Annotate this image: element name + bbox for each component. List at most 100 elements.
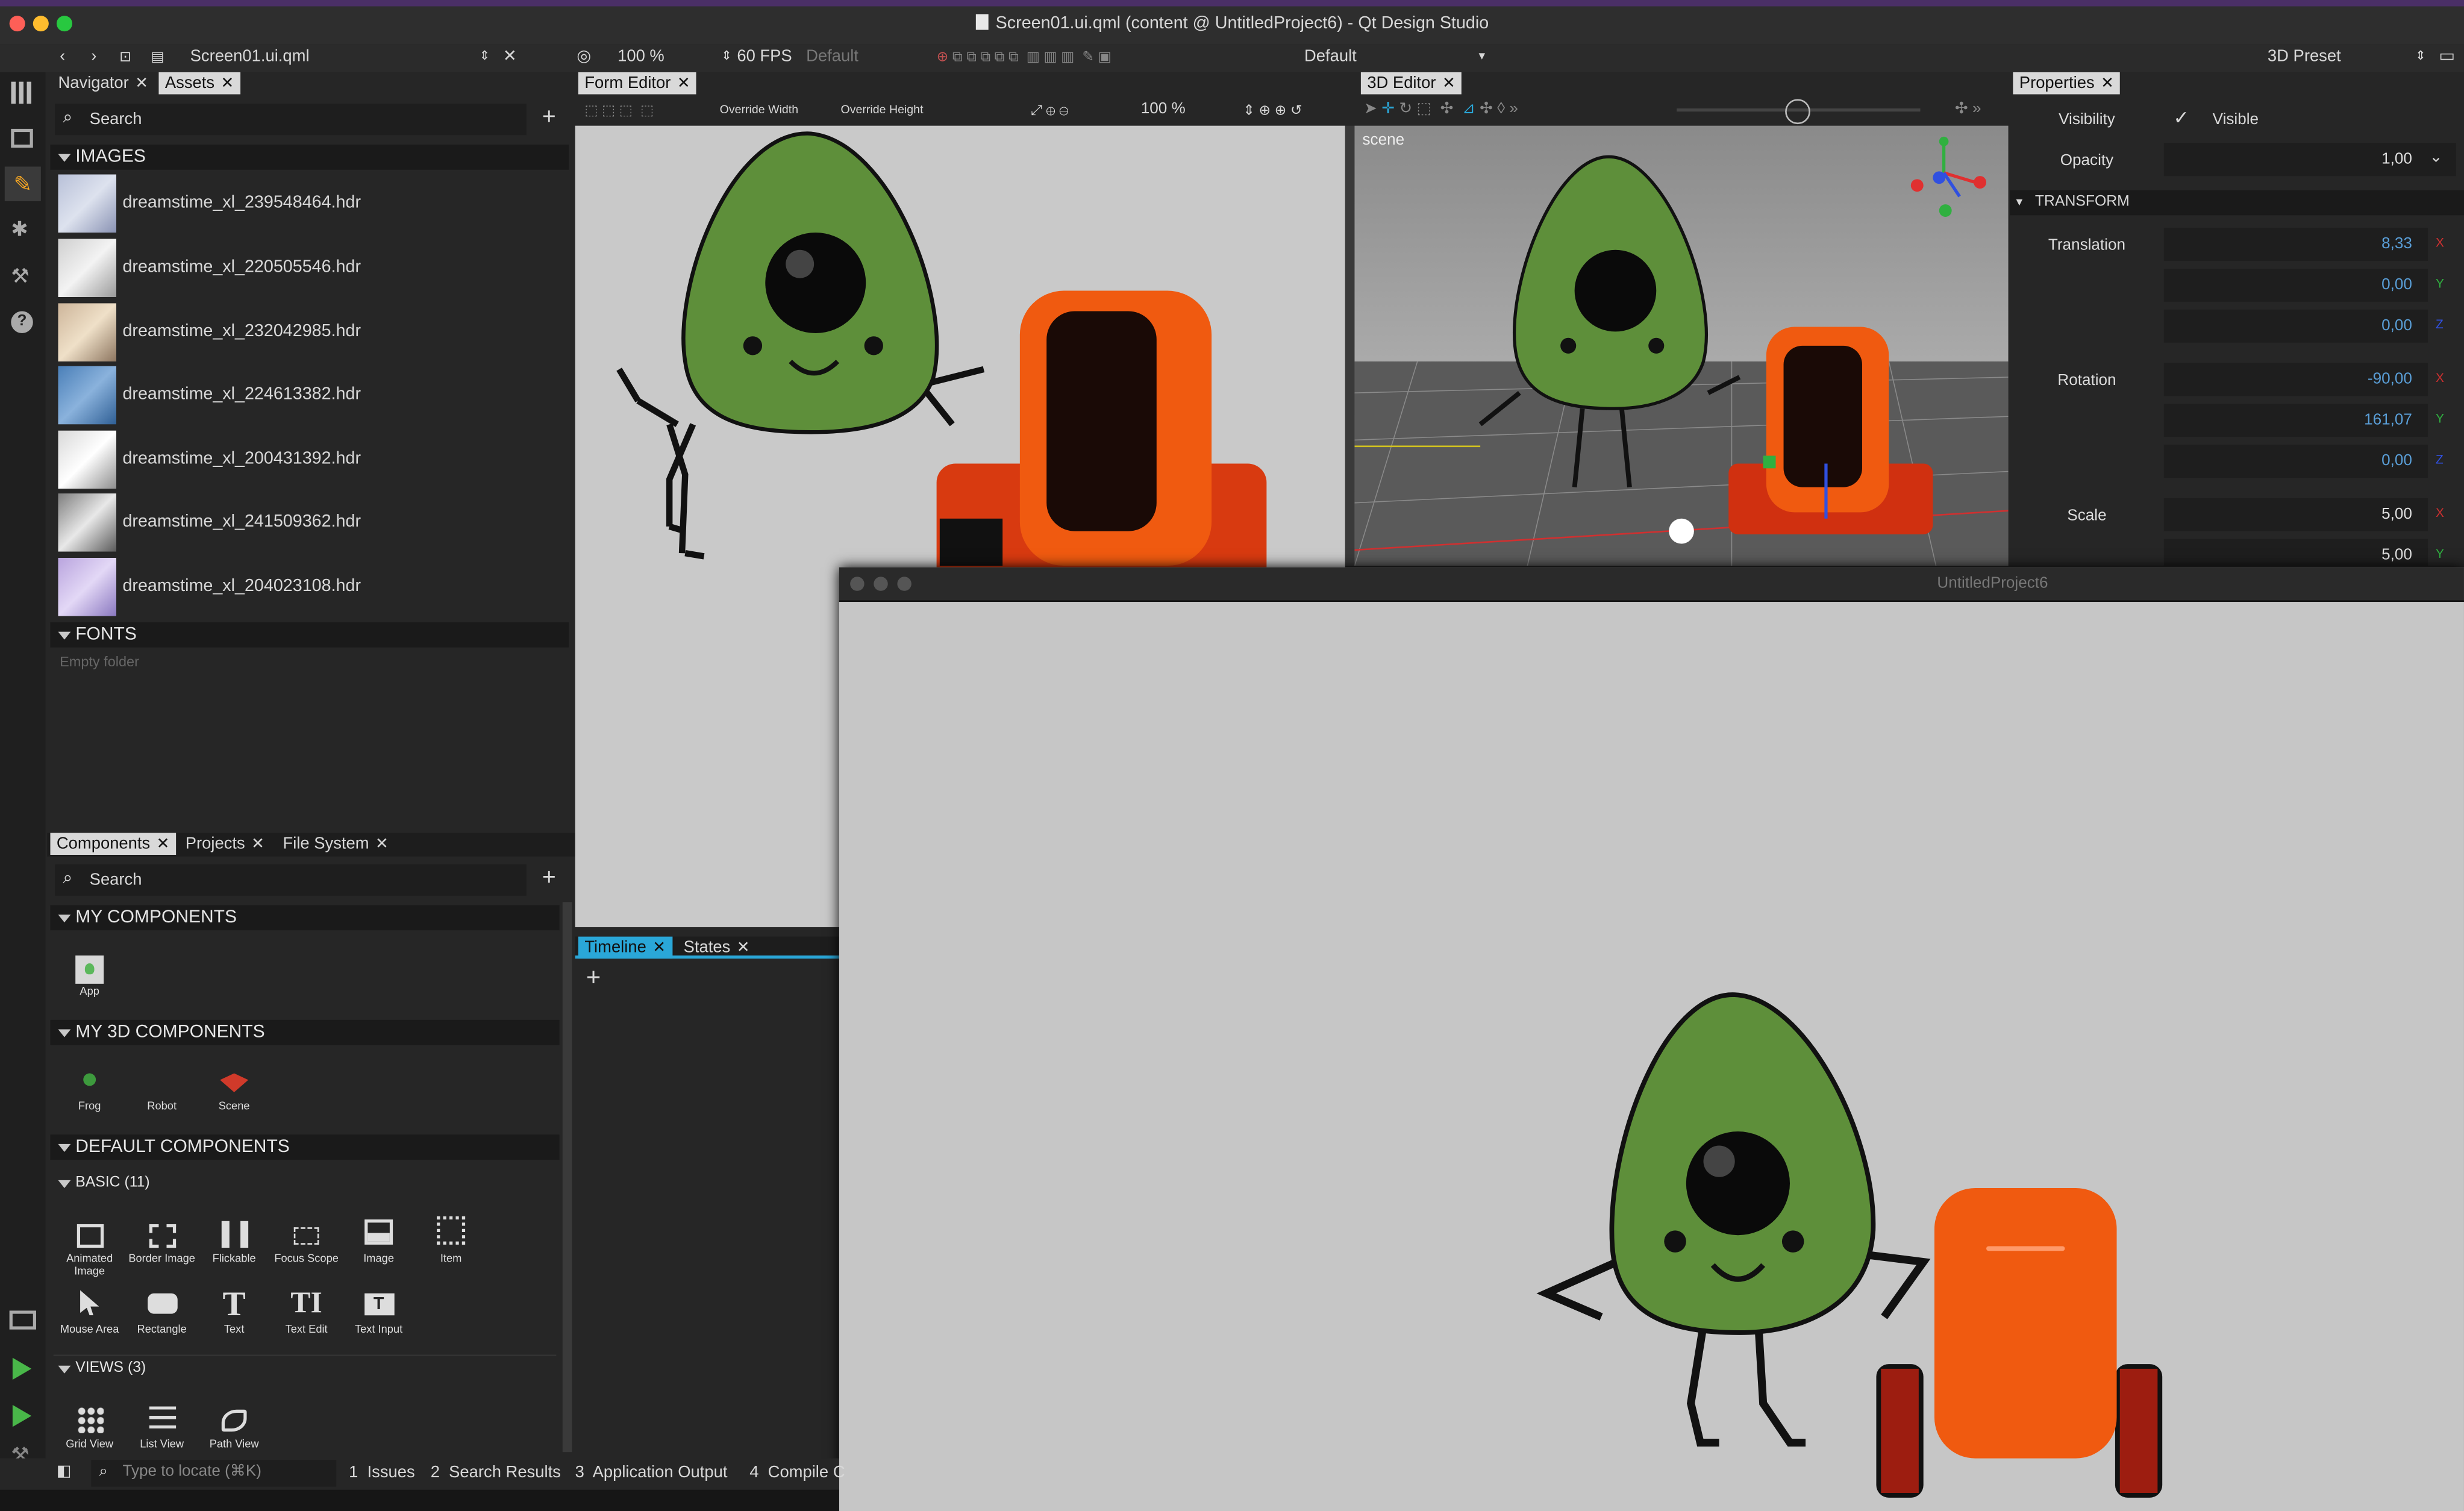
3d-tool-icons[interactable]: ➤ ✛ ↻ ⬚ ✣ ⊿ ✣ ◊ » — [1364, 96, 1518, 124]
my-3d-components-header[interactable]: MY 3D COMPONENTS — [50, 1019, 560, 1045]
close-icon[interactable]: ✕ — [221, 75, 234, 93]
device-icon[interactable] — [9, 1310, 36, 1330]
tools-mode-icon[interactable]: ⚒ — [11, 264, 29, 289]
edit-mode-icon[interactable] — [11, 128, 33, 148]
close-icon[interactable]: ✕ — [2101, 75, 2114, 93]
component-frog[interactable]: Frog — [54, 1057, 126, 1114]
tab-timeline[interactable]: Timeline ✕ — [578, 936, 672, 959]
images-section-header[interactable]: IMAGES — [50, 144, 569, 170]
tab-states[interactable]: States ✕ — [677, 937, 756, 959]
design-mode-icon[interactable]: ✎ — [4, 166, 41, 201]
override-width[interactable]: Override Width — [720, 96, 798, 124]
default-components-header[interactable]: DEFAULT COMPONENTS — [50, 1134, 560, 1160]
add-component-icon[interactable]: + — [542, 865, 556, 891]
asset-item[interactable]: dreamstime_xl_241509362.hdr — [57, 492, 568, 552]
component-path-view[interactable]: Path View — [198, 1395, 270, 1452]
rotation-z-field[interactable]: 0,00 — [2163, 445, 2428, 478]
3d-editor-viewport[interactable]: scene — [1354, 125, 2009, 566]
close-icon[interactable]: ✕ — [652, 940, 666, 957]
scale-x-field[interactable]: 5,00 — [2163, 498, 2428, 531]
asset-item[interactable]: dreamstime_xl_239548464.hdr — [57, 173, 568, 233]
checkbox-checked-icon[interactable]: ✓ — [2173, 107, 2189, 129]
basic-section-header[interactable]: BASIC (11) — [50, 1171, 559, 1196]
style-selector[interactable]: Default — [806, 46, 858, 68]
rotation-x-field[interactable]: -90,00 — [2163, 363, 2428, 396]
camera-slider-handle[interactable] — [1785, 99, 1810, 125]
scale-y-field[interactable]: 5,00 — [2163, 539, 2428, 566]
tab-3d-editor[interactable]: 3D Editor ✕ — [1360, 72, 1462, 95]
component-text-input[interactable]: T Text Input — [343, 1281, 415, 1337]
tab-file-system[interactable]: File System ✕ — [277, 833, 395, 855]
file-selector-arrows-icon[interactable]: ⇕ — [480, 46, 490, 68]
close-document-icon[interactable]: ✕ — [503, 46, 517, 68]
preset-selector[interactable]: 3D Preset — [2268, 46, 2341, 68]
component-list-view[interactable]: List View — [126, 1395, 198, 1452]
status-compile-output[interactable]: 4 Compile C — [749, 1462, 845, 1484]
forward-arrow-icon[interactable]: › — [91, 46, 96, 68]
my-components-header[interactable]: MY COMPONENTS — [50, 905, 560, 931]
tab-components[interactable]: Components ✕ — [50, 833, 176, 855]
component-item[interactable]: Item — [415, 1210, 487, 1266]
components-scrollbar[interactable] — [562, 902, 572, 1453]
help-mode-icon[interactable]: ? — [11, 311, 33, 333]
close-icon[interactable]: ✕ — [251, 836, 264, 854]
translation-z-field[interactable]: 0,00 — [2163, 309, 2428, 343]
3d-more-icons[interactable]: ✣ » — [1955, 96, 1981, 124]
asset-item[interactable]: dreamstime_xl_204023108.hdr — [57, 556, 568, 616]
zoom-tool-icons[interactable]: ⤢ ⊕ ⊖ — [1031, 96, 1068, 124]
tab-form-editor[interactable]: Form Editor ✕ — [578, 72, 697, 95]
toolbar-icons[interactable]: ⊕ ⧉ ⧉ ⧉ ⧉ ⧉ ▥ ▥ ▥ ✎ ▣ — [937, 46, 1112, 68]
component-scene[interactable]: Scene — [198, 1057, 270, 1114]
form-zoom[interactable]: 100 % — [1141, 96, 1186, 124]
override-height[interactable]: Override Height — [840, 96, 923, 124]
component-border-image[interactable]: Border Image — [126, 1210, 198, 1266]
locator-input[interactable]: ⌕ Type to locate (⌘K) — [91, 1460, 337, 1487]
opacity-field[interactable]: 1,00 — [2163, 143, 2456, 177]
component-image[interactable]: Image — [343, 1210, 415, 1266]
component-flickable[interactable]: Flickable — [198, 1210, 270, 1266]
transform-header[interactable]: ▾ TRANSFORM — [2010, 190, 2464, 216]
back-arrow-icon[interactable]: ‹ — [60, 46, 65, 68]
component-rectangle[interactable]: Rectangle — [126, 1281, 198, 1337]
search-input[interactable]: Search — [90, 871, 142, 889]
tab-navigator[interactable]: Navigator ✕ — [52, 72, 154, 95]
fonts-section-header[interactable]: FONTS — [50, 622, 569, 648]
fps-selector[interactable]: 60 FPS — [737, 46, 792, 68]
tab-projects[interactable]: Projects ✕ — [179, 833, 270, 855]
tab-assets[interactable]: Assets ✕ — [158, 72, 240, 95]
translation-y-field[interactable]: 0,00 — [2163, 269, 2428, 302]
tab-properties[interactable]: Properties ✕ — [2013, 72, 2121, 95]
close-icon[interactable]: ✕ — [677, 75, 690, 93]
form-editor-scrollbar[interactable] — [1345, 125, 1355, 566]
debug-mode-icon[interactable]: ✱ — [11, 217, 28, 242]
component-text-edit[interactable]: TI Text Edit — [270, 1281, 343, 1337]
fit-tool-icons[interactable]: ⇕ ⊕ ⊕ ↺ — [1243, 96, 1302, 124]
rotation-y-field[interactable]: 161,07 — [2163, 404, 2428, 437]
search-input[interactable]: Search — [90, 110, 142, 129]
component-animated-image[interactable]: Animated Image — [54, 1210, 126, 1279]
asset-item[interactable]: dreamstime_xl_224613382.hdr — [57, 364, 568, 425]
add-asset-icon[interactable]: + — [542, 104, 556, 130]
lock-icon[interactable]: ⊡ — [119, 46, 131, 68]
asset-item[interactable]: dreamstime_xl_200431392.hdr — [57, 429, 568, 489]
status-issues[interactable]: 1 Issues — [349, 1462, 415, 1484]
component-mouse-area[interactable]: Mouse Area — [54, 1281, 126, 1337]
file-selector[interactable]: Screen01.ui.qml — [190, 46, 310, 68]
status-search-results[interactable]: 2 Search Results — [431, 1462, 561, 1484]
chevron-down-icon[interactable]: ⌄ — [2430, 149, 2443, 167]
comment-icon[interactable]: ▭ — [2439, 46, 2455, 66]
component-grid-view[interactable]: Grid View — [54, 1395, 126, 1452]
run-icon[interactable] — [12, 1357, 32, 1380]
close-icon[interactable]: ✕ — [157, 836, 170, 854]
select-tool-icons[interactable]: ⬚ ⬚ ⬚ ⬚ — [584, 96, 654, 124]
component-text[interactable]: T Text — [198, 1281, 270, 1337]
close-icon[interactable]: ✕ — [1442, 75, 1456, 93]
live-preview-icon[interactable]: ◎ — [577, 46, 591, 68]
theme-selector[interactable]: Default — [1304, 46, 1357, 68]
component-focus-scope[interactable]: Focus Scope — [270, 1210, 343, 1266]
translation-x-field[interactable]: 8,33 — [2163, 228, 2428, 261]
close-icon[interactable]: ✕ — [737, 940, 750, 957]
views-section-header[interactable]: VIEWS (3) — [50, 1356, 559, 1381]
asset-item[interactable]: dreamstime_xl_232042985.hdr — [57, 302, 568, 361]
sidebar-toggle-icon[interactable]: ◧ — [57, 1463, 72, 1480]
